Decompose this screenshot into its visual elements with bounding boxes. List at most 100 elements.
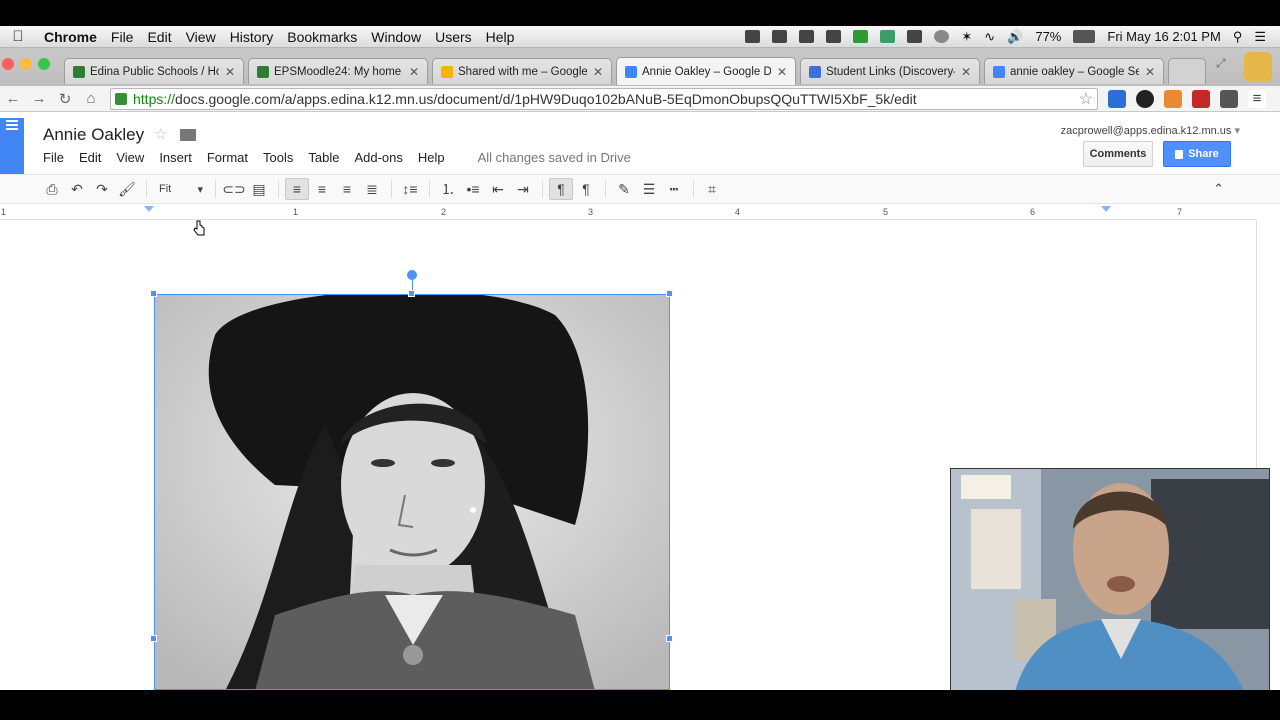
status-icon[interactable]	[853, 30, 869, 43]
close-tab-icon[interactable]: ✕	[593, 65, 603, 79]
extension-icon[interactable]	[1164, 89, 1182, 108]
resize-handle[interactable]	[666, 290, 673, 297]
user-account[interactable]: zacprowell@apps.edina.k12.mn.us ▾	[1061, 124, 1240, 137]
collapse-toolbar-icon[interactable]: ⌃	[1213, 181, 1224, 197]
notification-center-icon[interactable]: ☰	[1254, 29, 1266, 45]
undo-icon[interactable]: ↶	[65, 178, 89, 200]
line-weight-icon[interactable]: ☰	[637, 178, 661, 200]
clock[interactable]: Fri May 16 2:01 PM	[1107, 29, 1220, 44]
tab-annie-oakley[interactable]: Annie Oakley – Google Do ✕	[616, 57, 796, 85]
redo-icon[interactable]: ↷	[90, 178, 114, 200]
status-icon[interactable]	[772, 30, 788, 43]
spotlight-icon[interactable]: ⚲	[1233, 29, 1243, 45]
menu-window[interactable]: Window	[371, 29, 435, 45]
close-window-icon[interactable]	[2, 58, 14, 70]
bluetooth-icon[interactable]: ✶	[961, 29, 972, 45]
close-tab-icon[interactable]: ✕	[961, 65, 971, 79]
numbered-list-icon[interactable]: ⒈	[436, 178, 460, 200]
justify-icon[interactable]: ≣	[360, 178, 384, 200]
bookmark-star-icon[interactable]: ☆	[1079, 89, 1093, 109]
pen-icon[interactable]: ✎	[612, 178, 636, 200]
annie-oakley-photo[interactable]	[154, 294, 670, 690]
line-dash-icon[interactable]: ┅	[662, 178, 686, 200]
wifi-icon[interactable]: ∿	[984, 29, 995, 45]
menu-history[interactable]: History	[230, 29, 288, 45]
crop-icon[interactable]: ⌗	[700, 178, 724, 200]
comment-icon[interactable]: ▤	[247, 178, 271, 200]
share-button[interactable]: Share	[1163, 141, 1231, 167]
menu-file[interactable]: File	[111, 29, 148, 45]
docs-menu-table[interactable]: Table	[308, 150, 339, 165]
tab-drive[interactable]: Shared with me – Google D ✕	[432, 58, 612, 84]
docs-menu-tools[interactable]: Tools	[263, 150, 293, 165]
rotate-handle[interactable]	[407, 270, 417, 280]
time-machine-icon[interactable]	[934, 30, 950, 43]
close-tab-icon[interactable]: ✕	[225, 65, 235, 79]
app-menu[interactable]: Chrome	[36, 29, 111, 45]
save-status[interactable]: All changes saved in Drive	[478, 150, 631, 165]
volume-icon[interactable]: 🔊	[1007, 29, 1023, 45]
align-right-icon[interactable]: ≡	[335, 178, 359, 200]
menu-edit[interactable]: Edit	[147, 29, 185, 45]
status-icon[interactable]	[745, 30, 761, 43]
document-title[interactable]: Annie Oakley	[43, 125, 144, 145]
docs-menu-insert[interactable]: Insert	[159, 150, 192, 165]
print-icon[interactable]: ⎙	[40, 178, 64, 200]
docs-menu-file[interactable]: File	[43, 150, 64, 165]
close-tab-icon[interactable]: ✕	[777, 65, 787, 79]
align-left-icon[interactable]: ≡	[285, 178, 309, 200]
right-indent-marker[interactable]	[1101, 206, 1111, 212]
headphones-icon[interactable]	[1136, 89, 1154, 108]
home-icon[interactable]: ⌂	[78, 90, 104, 107]
docs-menu-format[interactable]: Format	[207, 150, 248, 165]
status-icon[interactable]	[880, 30, 896, 43]
tab-student-links[interactable]: Student Links (Discovery– ✕	[800, 58, 980, 84]
menu-users[interactable]: Users	[435, 29, 486, 45]
extension-icon[interactable]	[1192, 89, 1210, 108]
menu-view[interactable]: View	[186, 29, 230, 45]
airplay-icon[interactable]	[907, 30, 923, 43]
close-tab-icon[interactable]: ✕	[409, 65, 419, 79]
zoom-window-icon[interactable]	[38, 58, 50, 70]
battery-icon[interactable]	[1073, 30, 1096, 43]
menu-help[interactable]: Help	[486, 29, 529, 45]
docs-menu-view[interactable]: View	[116, 150, 144, 165]
align-center-icon[interactable]: ≡	[310, 178, 334, 200]
lock-icon[interactable]	[115, 92, 127, 105]
left-indent-marker[interactable]	[144, 206, 154, 212]
star-icon[interactable]: ☆	[154, 125, 167, 143]
address-bar[interactable]: https:// docs.google.com/a/apps.edina.k1…	[110, 87, 1098, 110]
resize-handle[interactable]	[666, 635, 673, 642]
resize-handle[interactable]	[150, 290, 157, 297]
close-tab-icon[interactable]: ✕	[1145, 65, 1155, 79]
forward-icon[interactable]: →	[26, 90, 52, 107]
profile-avatar[interactable]	[1244, 52, 1272, 82]
minimize-window-icon[interactable]	[20, 58, 32, 70]
apple-icon[interactable]: 	[0, 28, 36, 45]
docs-menu-edit[interactable]: Edit	[79, 150, 101, 165]
line-spacing-icon[interactable]: ↕≡	[398, 178, 422, 200]
docs-home-icon[interactable]	[0, 118, 24, 176]
status-icon[interactable]	[799, 30, 815, 43]
extension-icon[interactable]	[1108, 89, 1126, 108]
decrease-indent-icon[interactable]: ⇤	[486, 178, 510, 200]
zoom-select[interactable]: Fit ▾	[153, 183, 209, 196]
chrome-menu-icon[interactable]: ≡	[1248, 89, 1266, 108]
new-tab-button[interactable]	[1168, 58, 1206, 84]
tab-edina[interactable]: Edina Public Schools / Ho ✕	[64, 58, 244, 84]
docs-menu-addons[interactable]: Add-ons	[354, 150, 402, 165]
ruler[interactable]: 1 1 2 3 4 5 6 7	[0, 206, 1256, 220]
folder-icon[interactable]	[826, 30, 842, 43]
folder-icon[interactable]	[180, 129, 196, 141]
resize-handle[interactable]	[150, 635, 157, 642]
back-icon[interactable]: ←	[0, 90, 26, 107]
link-icon[interactable]: ⊂⊃	[222, 178, 246, 200]
comments-button[interactable]: Comments	[1083, 141, 1153, 167]
reload-icon[interactable]: ↻	[52, 90, 78, 108]
menu-bookmarks[interactable]: Bookmarks	[287, 29, 371, 45]
tab-google-search[interactable]: annie oakley – Google Sea ✕	[984, 58, 1164, 84]
bulleted-list-icon[interactable]: •≡	[461, 178, 485, 200]
battery-percent[interactable]: 77%	[1035, 29, 1061, 44]
fullscreen-icon[interactable]: ⤢	[1216, 56, 1226, 71]
resize-handle[interactable]	[408, 290, 415, 297]
